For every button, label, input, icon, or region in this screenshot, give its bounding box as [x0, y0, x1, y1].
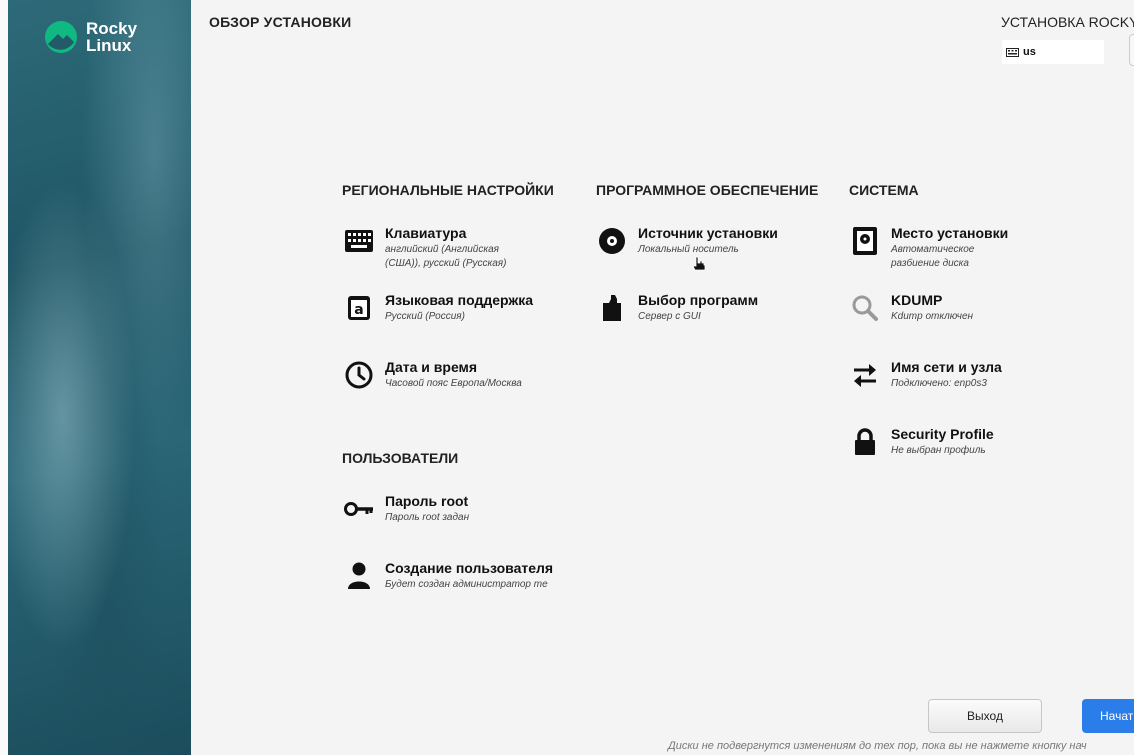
- hand-cursor-icon: [692, 256, 706, 271]
- spoke-keyboard[interactable]: Клавиатура английский (Английская (США))…: [343, 225, 535, 271]
- spoke-network-name: Имя сети и узла: [891, 359, 1002, 375]
- spoke-user-creation-status: Будет создан администратор те: [385, 579, 548, 590]
- spoke-software-selection-name: Выбор программ: [638, 292, 759, 308]
- spoke-language[interactable]: a Языковая поддержка Русский (Россия): [343, 292, 533, 324]
- harddisk-icon: [849, 225, 881, 257]
- section-title-system: СИСТЕМА: [849, 182, 919, 198]
- brand-sidebar: Rocky Linux: [8, 0, 191, 755]
- spoke-security-profile-name: Security Profile: [891, 426, 994, 442]
- key-icon: [343, 493, 375, 525]
- spoke-install-source-name: Источник установки: [638, 225, 778, 241]
- spoke-software-selection-status: Сервер с GUI: [638, 311, 701, 322]
- spoke-user-creation-name: Создание пользователя: [385, 560, 554, 576]
- rocky-linux-logo: Rocky Linux: [44, 20, 137, 54]
- package-icon: [596, 292, 628, 324]
- clock-icon: [343, 359, 375, 391]
- spoke-security-profile[interactable]: Security Profile Не выбран профиль: [849, 426, 994, 458]
- keyboard-icon: [343, 225, 375, 257]
- spoke-language-status: Русский (Россия): [385, 311, 465, 322]
- spoke-kdump-name: KDUMP: [891, 292, 943, 308]
- user-icon: [343, 560, 375, 592]
- brand-line-2: Linux: [86, 36, 132, 55]
- spoke-install-destination-name: Место установки: [891, 225, 1009, 241]
- quit-button[interactable]: Выход: [928, 699, 1042, 733]
- spoke-kdump[interactable]: KDUMP Kdump отключен: [849, 292, 973, 324]
- spoke-root-password-name: Пароль root: [385, 493, 469, 509]
- spoke-software-selection[interactable]: Выбор программ Сервер с GUI: [596, 292, 758, 324]
- spoke-keyboard-status: английский (Английская (США)), русский (…: [385, 244, 507, 269]
- section-title-users: ПОЛЬЗОВАТЕЛИ: [342, 450, 459, 466]
- spoke-root-password[interactable]: Пароль root Пароль root задан: [343, 493, 469, 525]
- spoke-install-destination-status: Автоматическое разбиение диска: [891, 244, 975, 269]
- network-arrows-icon: [849, 359, 881, 391]
- spoke-install-destination[interactable]: Место установки Автоматическое разбиение…: [849, 225, 1011, 271]
- keyboard-small-icon: [1006, 47, 1019, 57]
- spoke-security-profile-status: Не выбран профиль: [891, 445, 986, 456]
- spoke-keyboard-name: Клавиатура: [385, 225, 467, 241]
- install-title: УСТАНОВКА ROCKY: [1001, 14, 1134, 30]
- spoke-install-source-status: Локальный носитель: [638, 244, 739, 255]
- window-edge: [0, 0, 8, 755]
- begin-installation-button[interactable]: Начать: [1082, 699, 1134, 733]
- section-title-software: ПРОГРАММНОЕ ОБЕСПЕЧЕНИЕ: [596, 182, 819, 198]
- keyboard-layout-value: us: [1023, 46, 1036, 58]
- spoke-network-status: Подключено: enp0s3: [891, 378, 987, 389]
- spoke-install-source[interactable]: Источник установки Локальный носитель: [596, 225, 778, 257]
- language-icon: a: [343, 292, 375, 324]
- spoke-network[interactable]: Имя сети и узла Подключено: enp0s3: [849, 359, 1002, 391]
- spoke-datetime-status: Часовой пояс Европа/Москва: [385, 378, 522, 389]
- spoke-datetime[interactable]: Дата и время Часовой пояс Европа/Москва: [343, 359, 522, 391]
- disc-icon: [596, 225, 628, 257]
- keyboard-layout-indicator[interactable]: us: [1002, 40, 1104, 64]
- spoke-language-name: Языковая поддержка: [385, 292, 534, 308]
- search-icon: [849, 292, 881, 324]
- spoke-user-creation[interactable]: Создание пользователя Будет создан админ…: [343, 560, 553, 592]
- brand-line-1: Rocky: [86, 19, 138, 38]
- lock-icon: [849, 426, 881, 458]
- rocky-logo-icon: [45, 21, 77, 53]
- section-title-localization: РЕГИОНАЛЬНЫЕ НАСТРОЙКИ: [342, 182, 554, 198]
- spoke-root-password-status: Пароль root задан: [385, 512, 470, 523]
- footer-note: Диски не подвергнутся изменениям до тех …: [668, 740, 1087, 752]
- help-button[interactable]: [1129, 34, 1134, 66]
- svg-text:a: a: [354, 302, 363, 318]
- spoke-datetime-name: Дата и время: [385, 359, 478, 375]
- spoke-kdump-status: Kdump отключен: [891, 311, 974, 322]
- page-title: ОБЗОР УСТАНОВКИ: [209, 14, 352, 30]
